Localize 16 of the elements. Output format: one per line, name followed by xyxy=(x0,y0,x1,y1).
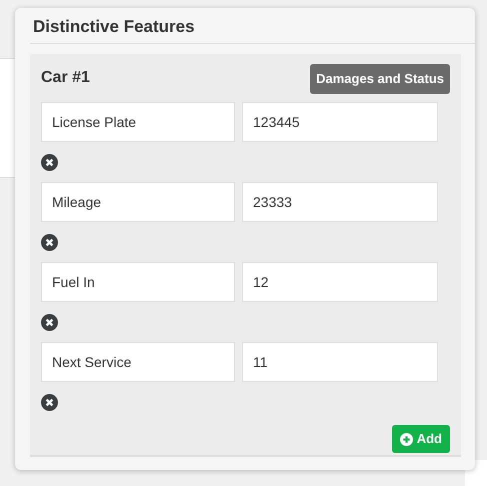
feature-name-field[interactable]: License Plate xyxy=(41,102,235,142)
car-title: Car #1 xyxy=(41,68,90,88)
feature-value-field[interactable]: 23333 xyxy=(242,182,438,222)
feature-name-field[interactable]: Mileage xyxy=(41,182,235,222)
remove-icon[interactable] xyxy=(41,394,58,410)
remove-icon[interactable] xyxy=(41,154,58,170)
damages-status-button[interactable]: Damages and Status xyxy=(310,64,450,94)
feature-value-field[interactable]: 123445 xyxy=(242,102,438,142)
remove-icon[interactable] xyxy=(41,314,58,330)
panel-title: Distinctive Features xyxy=(30,17,475,44)
feature-value-field[interactable]: 12 xyxy=(242,262,438,302)
feature-name-field[interactable]: Fuel In xyxy=(41,262,235,302)
plus-circle-icon xyxy=(400,432,413,446)
remove-icon[interactable] xyxy=(41,234,58,250)
feature-value-field[interactable]: 11 xyxy=(242,342,438,382)
feature-name-field[interactable]: Next Service xyxy=(41,342,235,382)
